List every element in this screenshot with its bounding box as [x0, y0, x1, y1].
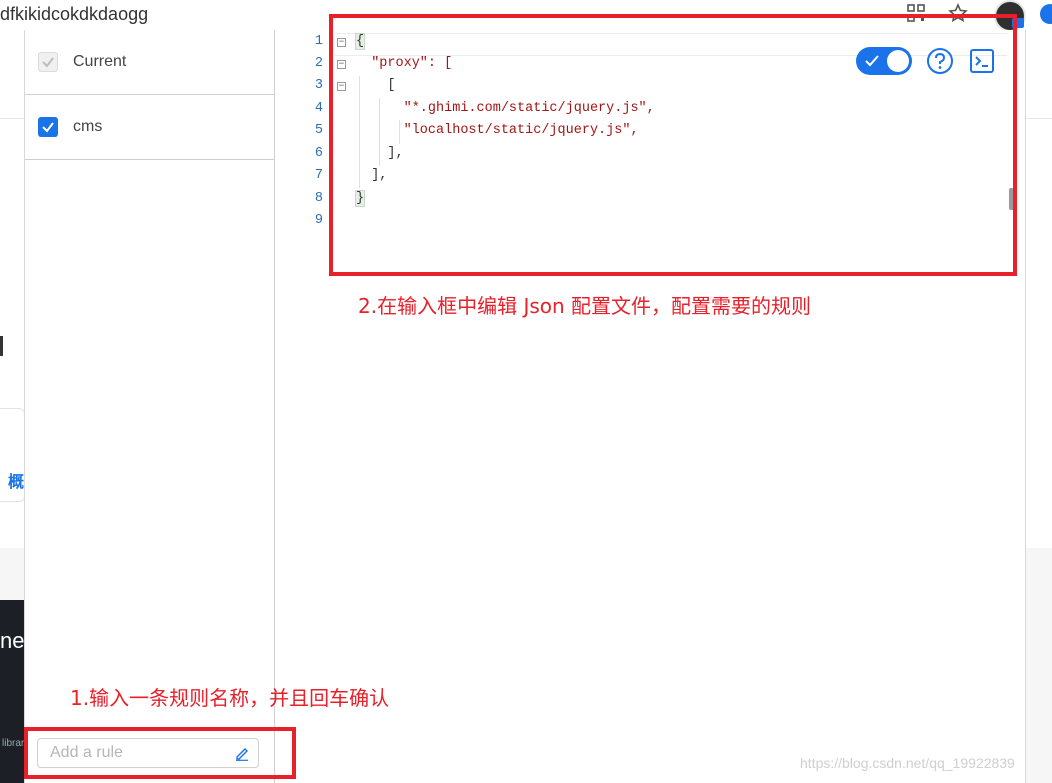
background-section-right: [1024, 548, 1052, 783]
line-number: 3: [314, 78, 323, 93]
url-fragment[interactable]: dfkikidcokdkdaogg: [0, 4, 148, 25]
rule-label: Current: [73, 53, 127, 70]
line-number: 2: [314, 56, 323, 71]
background-card-text: 概: [8, 474, 25, 491]
rule-checkbox-cms[interactable]: [38, 117, 58, 137]
rule-item-current[interactable]: Current: [25, 30, 274, 95]
background-section: [0, 548, 24, 600]
background-fragment: [0, 336, 3, 356]
annotation-box-add-rule: [24, 727, 296, 779]
line-number: 1: [314, 34, 323, 49]
check-icon: [42, 122, 54, 133]
annotation-step2: 2.在输入框中编辑 Json 配置文件，配置需要的规则: [358, 294, 812, 318]
line-number: 8: [314, 191, 323, 206]
line-number: 6: [314, 146, 323, 161]
background-divider: [0, 118, 24, 119]
rule-label: cms: [73, 118, 103, 135]
line-number: 4: [314, 101, 323, 116]
line-number: 5: [314, 123, 323, 138]
extension-blue-icon[interactable]: [1040, 4, 1052, 24]
background-dark-text: ne: [0, 628, 25, 653]
annotation-box-editor: [329, 14, 1017, 276]
rule-checkbox-current[interactable]: [38, 52, 58, 72]
check-icon: [42, 57, 54, 68]
watermark: https://blog.csdn.net/qq_19922839: [800, 755, 1015, 771]
rule-item-cms[interactable]: cms: [25, 95, 274, 160]
rules-sidebar: Current cms: [25, 30, 275, 783]
background-divider-right: [1024, 118, 1052, 119]
background-dark-small-text: librar: [2, 738, 25, 749]
annotation-step1: 1.输入一条规则名称，并且回车确认: [70, 686, 390, 710]
line-number: 9: [314, 213, 323, 228]
line-number: 7: [314, 168, 323, 183]
